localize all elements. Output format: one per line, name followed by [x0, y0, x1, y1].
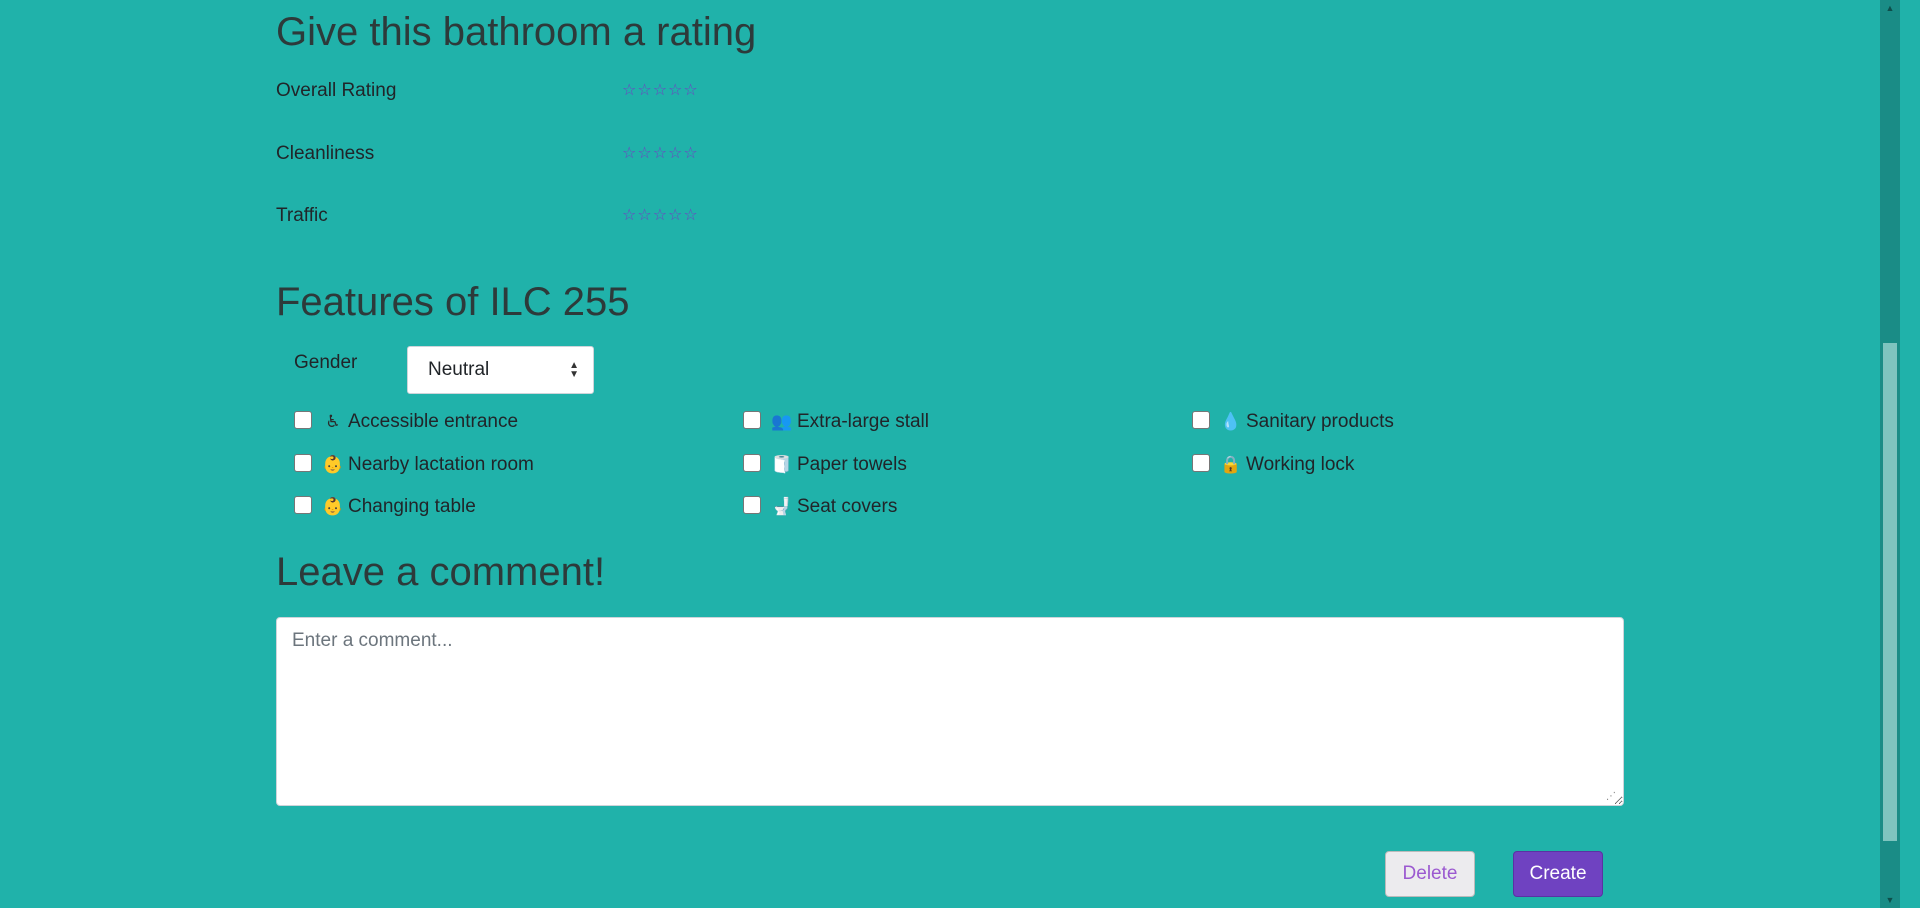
- rating-row-overall: Overall Rating ☆☆☆☆☆: [276, 80, 876, 110]
- feature-label: Paper towels: [797, 454, 907, 475]
- rating-label-overall: Overall Rating: [276, 80, 397, 101]
- feature-checkbox[interactable]: [743, 496, 761, 514]
- delete-button[interactable]: Delete: [1385, 851, 1475, 897]
- feature-checkbox[interactable]: [1192, 454, 1210, 472]
- toilet-paper-icon: 🧻: [771, 455, 793, 474]
- feature-working-lock[interactable]: 🔒 Working lock: [1192, 452, 1354, 478]
- feature-label: Accessible entrance: [348, 411, 519, 432]
- gender-select-value: Neutral: [428, 359, 490, 380]
- comment-input[interactable]: [276, 617, 1624, 806]
- feature-sanitary-products[interactable]: 💧 Sanitary products: [1192, 409, 1394, 435]
- feature-label: Working lock: [1246, 454, 1355, 475]
- rating-label-traffic: Traffic: [276, 205, 328, 226]
- feature-accessible-entrance[interactable]: ♿ Accessible entrance: [294, 409, 518, 435]
- baby-icon: 👶: [322, 497, 344, 516]
- gender-select[interactable]: Neutral ▲ ▼: [407, 346, 594, 394]
- users-icon: 👥: [771, 412, 793, 431]
- feature-checkbox[interactable]: [294, 454, 312, 472]
- feature-checkbox[interactable]: [743, 411, 761, 429]
- wheelchair-icon: ♿: [325, 412, 341, 431]
- feature-label: Sanitary products: [1246, 411, 1394, 432]
- baby-icon: 👶: [322, 455, 344, 474]
- feature-label: Seat covers: [797, 496, 898, 517]
- droplet-icon: 💧: [1220, 412, 1242, 431]
- resize-grip-icon[interactable]: ⋰: [1606, 791, 1618, 803]
- feature-checkbox[interactable]: [743, 454, 761, 472]
- rating-row-cleanliness: Cleanliness ☆☆☆☆☆: [276, 143, 876, 173]
- feature-label: Extra-large stall: [797, 411, 929, 432]
- feature-changing-table[interactable]: 👶 Changing table: [294, 494, 476, 520]
- star-rating-cleanliness[interactable]: ☆☆☆☆☆: [622, 143, 699, 163]
- create-button[interactable]: Create: [1513, 851, 1603, 897]
- scrollbar-thumb[interactable]: [1883, 343, 1897, 841]
- feature-extra-large-stall[interactable]: 👥 Extra-large stall: [743, 409, 929, 435]
- feature-checkbox[interactable]: [294, 411, 312, 429]
- feature-seat-covers[interactable]: 🚽 Seat covers: [743, 494, 897, 520]
- user-lock-icon: 🔒: [1220, 455, 1242, 474]
- feature-checkbox[interactable]: [1192, 411, 1210, 429]
- page: Give this bathroom a rating Overall Rati…: [0, 0, 1900, 908]
- gender-label: Gender: [294, 352, 358, 373]
- feature-nearby-lactation-room[interactable]: 👶 Nearby lactation room: [294, 452, 534, 478]
- rating-row-traffic: Traffic ☆☆☆☆☆: [276, 205, 876, 235]
- toilet-icon: 🚽: [771, 497, 793, 516]
- features-title: Features of ILC 255: [276, 280, 630, 324]
- feature-label: Changing table: [348, 496, 476, 517]
- star-rating-overall[interactable]: ☆☆☆☆☆: [622, 80, 699, 100]
- select-caret-icon: ▲ ▼: [569, 360, 579, 380]
- star-rating-traffic[interactable]: ☆☆☆☆☆: [622, 205, 699, 225]
- scroll-up-icon[interactable]: ▲: [1880, 0, 1900, 16]
- feature-checkbox[interactable]: [294, 496, 312, 514]
- scroll-down-icon[interactable]: ▼: [1880, 892, 1900, 908]
- vertical-scrollbar[interactable]: ▲ ▼: [1880, 0, 1900, 908]
- comment-title: Leave a comment!: [276, 550, 606, 594]
- feature-label: Nearby lactation room: [348, 454, 534, 475]
- rating-label-cleanliness: Cleanliness: [276, 143, 375, 164]
- feature-paper-towels[interactable]: 🧻 Paper towels: [743, 452, 907, 478]
- rating-title: Give this bathroom a rating: [276, 10, 757, 54]
